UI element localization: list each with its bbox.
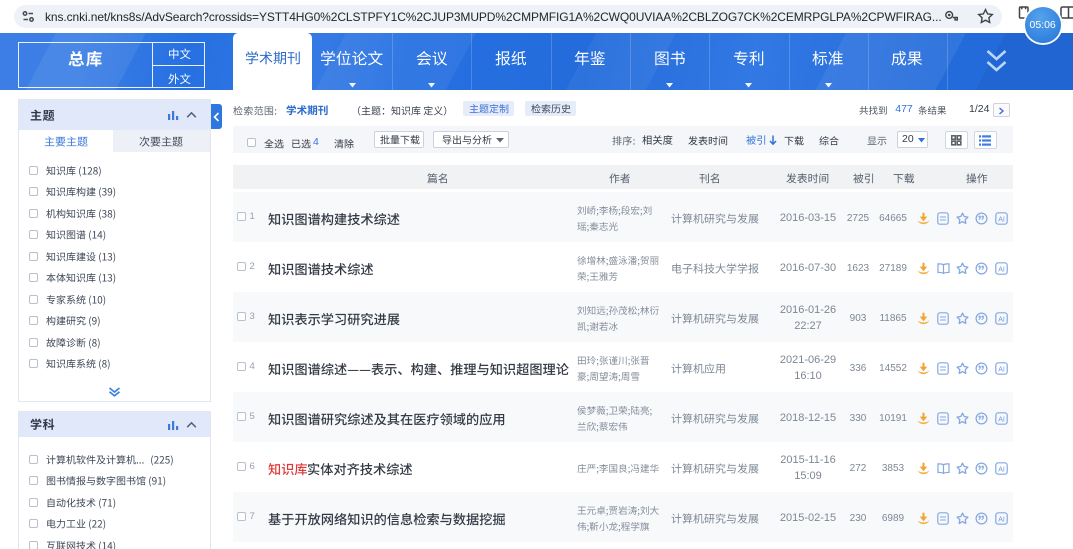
svg-text:AI: AI (998, 316, 1005, 323)
svg-text:AI: AI (998, 216, 1005, 223)
svg-text:AI: AI (998, 516, 1005, 523)
svg-text:AI: AI (998, 366, 1005, 373)
svg-text:AI: AI (998, 466, 1005, 473)
svg-text:AI: AI (998, 416, 1005, 423)
svg-text:AI: AI (998, 266, 1005, 273)
